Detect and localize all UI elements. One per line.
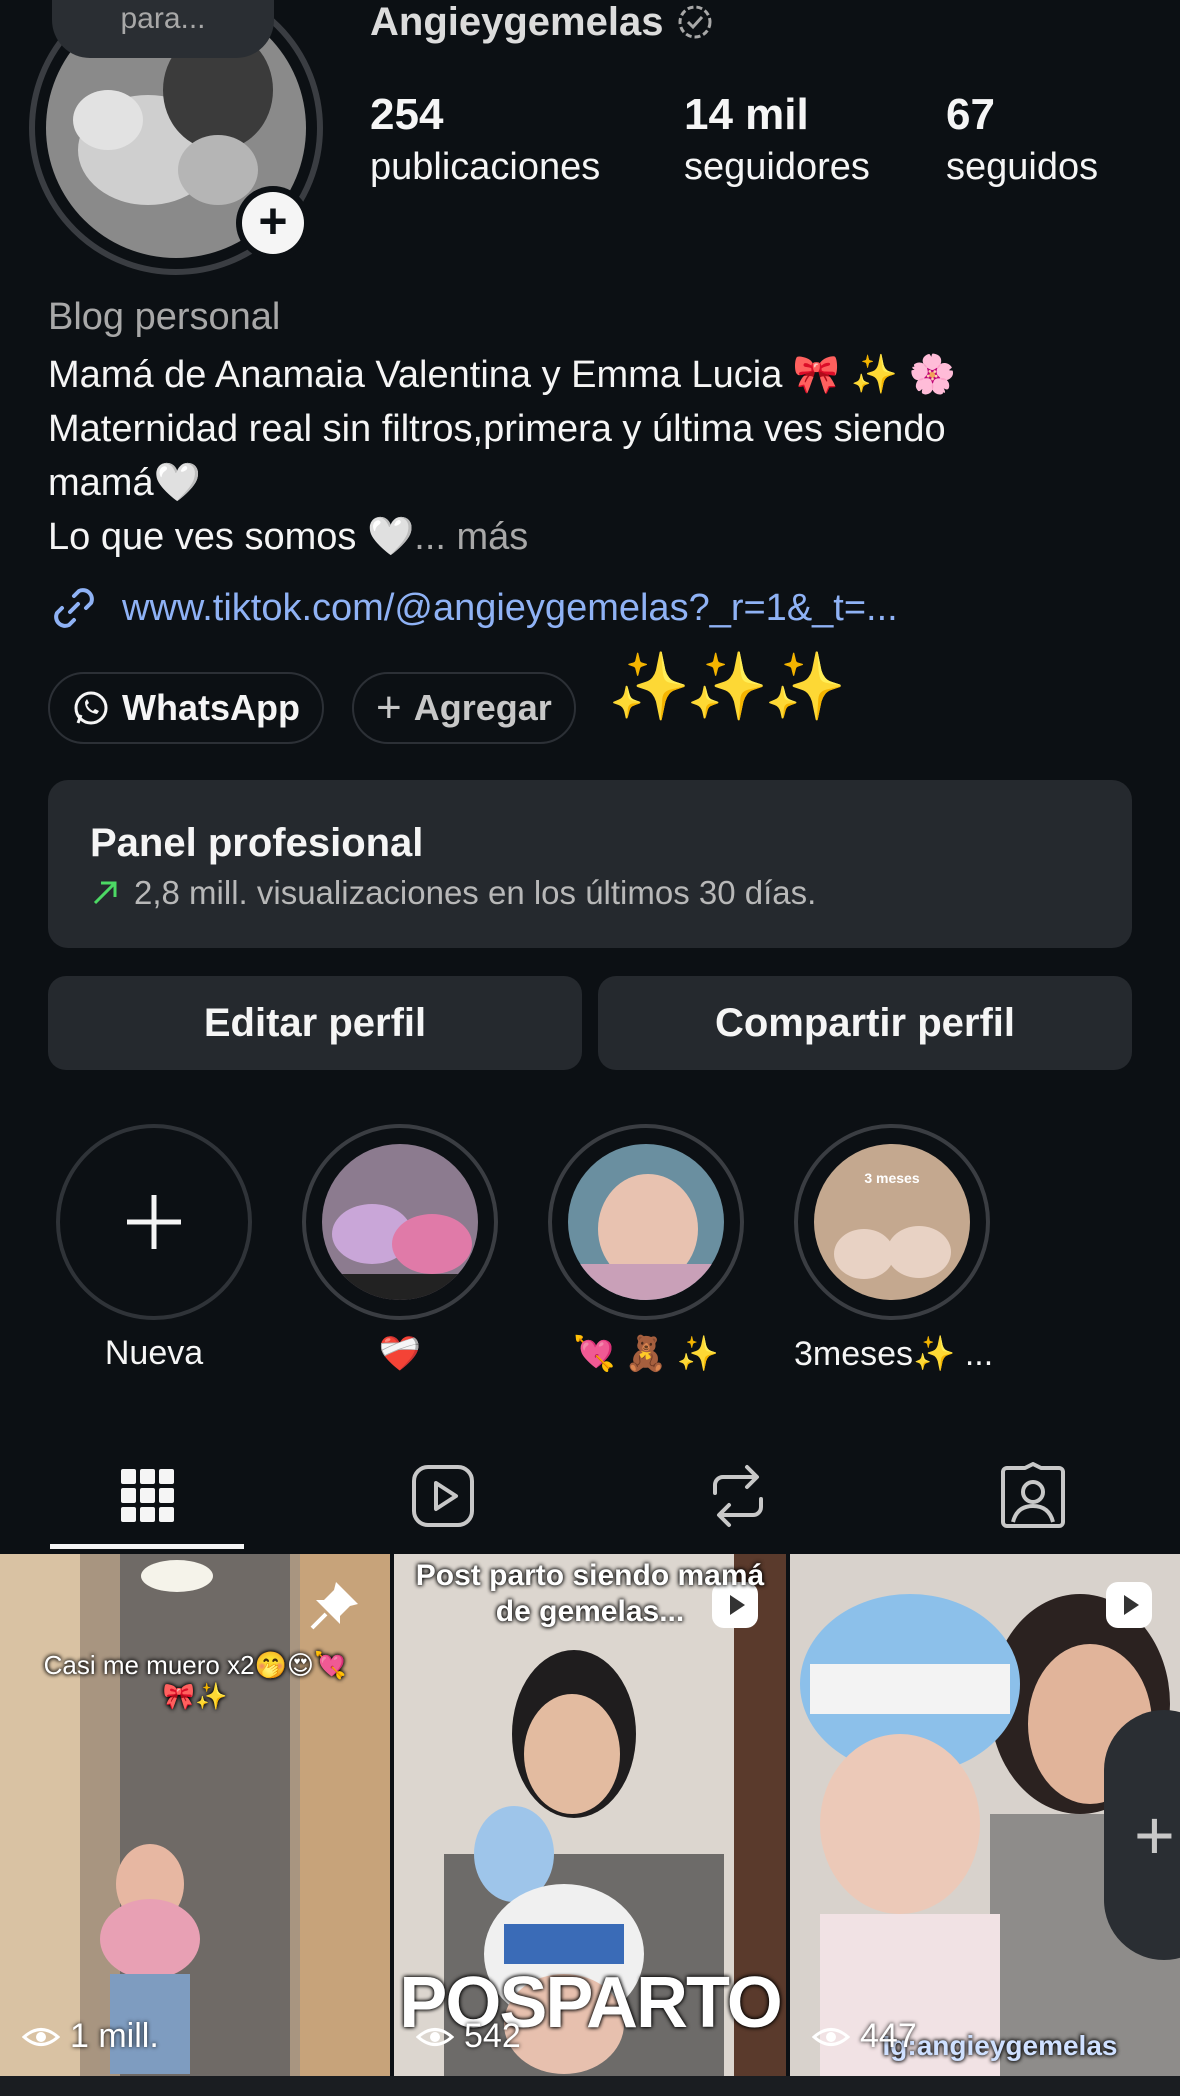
views-count: 447 [860, 2017, 917, 2055]
post-tile[interactable]: Post parto siendo mamá de gemelas... POS… [394, 1554, 786, 2076]
bio-line: Maternidad real sin filtros,primera y úl… [48, 408, 946, 450]
post-caption: Casi me muero x2🤭😍💘 🎀✨ [43, 1650, 347, 1711]
add-label: Agregar [413, 687, 552, 728]
stat-label: publicaciones [370, 146, 601, 188]
stat-posts[interactable]: 254 publicaciones [370, 88, 600, 192]
highlight-cover [322, 1144, 478, 1300]
tab-reels[interactable] [295, 1440, 590, 1552]
highlight-item[interactable]: 3 meses 3meses✨ ... [794, 1124, 994, 1374]
reposts-icon [712, 1465, 763, 1527]
plus-icon [127, 1195, 181, 1249]
eye-icon [416, 2027, 454, 2046]
views-count: 1 mill. [70, 2017, 159, 2055]
stat-value: 254 [370, 90, 444, 139]
views-count: 542 [464, 2017, 521, 2055]
post-views: 1 mill. [22, 2017, 159, 2056]
stat-label: seguidos [946, 146, 1099, 188]
profile-bio: Mamá de Anamaia Valentina y Emma Lucia 🎀… [48, 348, 1138, 564]
reel-icon [1106, 1582, 1152, 1628]
post-views: 542 [416, 2017, 521, 2056]
sparkles-emoji: ✨✨✨ [608, 649, 847, 723]
stat-label: seguidores [684, 146, 870, 188]
plus-icon: + [1134, 1796, 1175, 1874]
tab-tagged[interactable] [885, 1440, 1180, 1552]
note-bubble[interactable]: para... [52, 0, 274, 58]
share-profile-button[interactable]: Compartir perfil [598, 976, 1132, 1070]
profile-username: Angieygemelas [370, 0, 715, 44]
highlight-label: ❤️‍🩹 [378, 1335, 422, 1373]
profile-category: Blog personal [48, 296, 281, 338]
tab-reposts[interactable] [590, 1440, 885, 1552]
highlight-cover [568, 1144, 724, 1300]
highlight-item[interactable]: ❤️‍🩹 [302, 1124, 498, 1374]
link-text: www.tiktok.com/@angieygemelas?_r=1&_t=..… [122, 586, 898, 629]
post-caption: Post parto siendo mamá de gemelas... [415, 1559, 765, 1628]
grid-icon [120, 1469, 174, 1522]
floating-create-button[interactable]: + [1104, 1710, 1180, 1960]
eye-icon [812, 2027, 850, 2046]
reels-icon [411, 1465, 474, 1527]
pin-icon [310, 1582, 358, 1630]
whatsapp-icon [74, 691, 108, 725]
whatsapp-button[interactable]: WhatsApp [48, 672, 324, 744]
highlight-caption: 3 meses [864, 1170, 920, 1186]
plus-icon: + [242, 192, 304, 254]
stat-followers[interactable]: 14 mil seguidores [684, 88, 870, 192]
panel-subtitle: 2,8 mill. visualizaciones en los últimos… [134, 874, 817, 911]
username-text: Angieygemelas [370, 0, 664, 44]
link-icon [54, 588, 94, 628]
highlight-label: 3meses✨ ... [794, 1335, 994, 1373]
bio-line: mamá🤍 [48, 462, 201, 504]
active-tab-indicator [50, 1544, 244, 1549]
edit-profile-button[interactable]: Editar perfil [48, 976, 582, 1070]
trend-up-icon [93, 881, 117, 905]
more-link[interactable]: ... más [414, 516, 528, 558]
highlight-new[interactable]: Nueva [56, 1124, 252, 1373]
highlight-label: 💘 🧸 ✨ [573, 1335, 719, 1373]
whatsapp-label: WhatsApp [122, 687, 300, 728]
stat-value: 14 mil [684, 90, 809, 139]
tagged-icon [1000, 1462, 1065, 1528]
highlight-label: Nueva [104, 1334, 204, 1372]
stat-following[interactable]: 67 seguidos [946, 88, 1098, 192]
add-story-button[interactable]: + [236, 186, 310, 260]
panel-title: Panel profesional [90, 821, 424, 865]
highlight-cover [814, 1144, 970, 1300]
tab-grid[interactable] [0, 1440, 295, 1552]
eye-icon [22, 2027, 60, 2046]
verified-badge-icon [678, 5, 712, 39]
profile-link[interactable]: www.tiktok.com/@angieygemelas?_r=1&_t=..… [48, 580, 898, 636]
post-tile[interactable]: Casi me muero x2🤭😍💘 🎀✨ 1 mill. [0, 1554, 390, 2076]
highlight-item[interactable]: 💘 🧸 ✨ [548, 1124, 744, 1374]
next-row-edge [0, 2076, 1180, 2096]
bio-line: Mamá de Anamaia Valentina y Emma Lucia 🎀… [48, 354, 956, 396]
professional-dashboard[interactable]: Panel profesional 2,8 mill. visualizacio… [48, 780, 1132, 948]
stat-value: 67 [946, 90, 995, 139]
profile-tabs [0, 1440, 1180, 1552]
plus-icon: + [376, 683, 402, 732]
add-link-button[interactable]: + Agregar [352, 672, 576, 744]
bio-line: Lo que ves somos 🤍 [48, 516, 415, 558]
post-views: 447 [812, 2017, 917, 2056]
